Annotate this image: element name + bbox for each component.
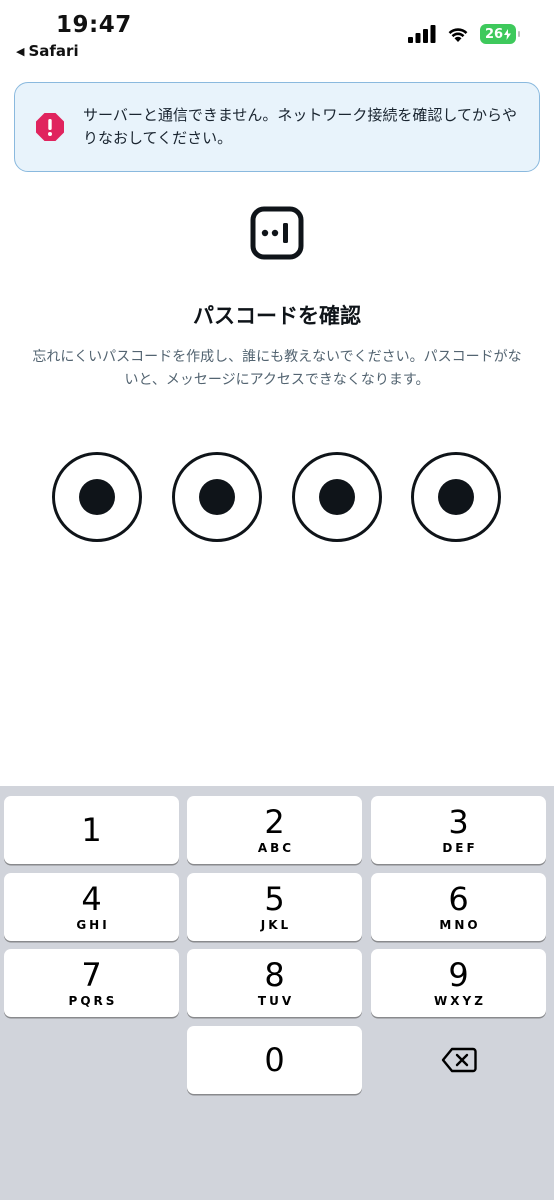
battery-level: 26 — [484, 26, 504, 42]
key-digit: 0 — [264, 1041, 285, 1079]
passcode-dot — [292, 452, 382, 542]
key-letters: PQRS — [68, 994, 118, 1008]
key-letters: GHI — [76, 918, 110, 932]
passcode-indicator — [0, 452, 554, 544]
numeric-keypad: 1 2 ABC 3 DEF 4 GHI 5 JKL 6 MNO 7 PQRS 8… — [0, 786, 554, 1200]
key-digit: 8 — [264, 956, 285, 994]
key-3[interactable]: 3 DEF — [371, 796, 546, 864]
key-7[interactable]: 7 PQRS — [4, 949, 179, 1017]
key-letters: ABC — [257, 841, 295, 855]
passcode-dot — [52, 452, 142, 542]
page-subtitle: 忘れにくいパスコードを作成し、誰にも教えないでください。パスコードがないと、メッ… — [32, 349, 522, 388]
messages-lock-icon — [250, 206, 304, 260]
key-letters: TUV — [257, 994, 295, 1008]
key-letters: WXYZ — [434, 994, 486, 1008]
delete-backspace-icon — [441, 1047, 477, 1073]
back-to-app-link[interactable]: ◀ Safari — [16, 42, 79, 60]
status-time: 19:47 — [56, 12, 132, 38]
key-digit: 2 — [264, 803, 285, 841]
passcode-dot — [172, 452, 262, 542]
key-letters: JKL — [260, 918, 292, 932]
key-2[interactable]: 2 ABC — [187, 796, 362, 864]
key-letters: DEF — [442, 841, 478, 855]
error-octagon-icon — [36, 113, 64, 141]
charging-bolt-icon — [504, 28, 512, 40]
back-triangle-icon: ◀ — [16, 44, 25, 58]
cellular-signal-icon — [408, 25, 436, 43]
error-message: サーバーと通信できません。ネットワーク接続を確認してからやりなおしてください。 — [83, 106, 517, 147]
key-0[interactable]: 0 — [187, 1026, 362, 1094]
key-5[interactable]: 5 JKL — [187, 873, 362, 941]
wifi-icon — [448, 28, 468, 42]
back-app-label: Safari — [28, 42, 79, 60]
key-digit: 3 — [448, 803, 469, 841]
key-digit: 1 — [81, 811, 102, 849]
key-digit: 4 — [81, 880, 102, 918]
delete-button[interactable] — [371, 1026, 546, 1094]
status-bar: 19:47 ◀ Safari 26 — [0, 0, 554, 72]
error-banner: サーバーと通信できません。ネットワーク接続を確認してからやりなおしてください。 — [14, 82, 540, 172]
key-letters: MNO — [439, 918, 481, 932]
key-8[interactable]: 8 TUV — [187, 949, 362, 1017]
key-digit: 6 — [448, 880, 469, 918]
page-title: パスコードを確認 — [193, 304, 361, 328]
battery-icon: 26 — [480, 24, 520, 44]
passcode-dot — [411, 452, 501, 542]
key-6[interactable]: 6 MNO — [371, 873, 546, 941]
key-digit: 5 — [264, 880, 285, 918]
key-1[interactable]: 1 — [4, 796, 179, 864]
key-4[interactable]: 4 GHI — [4, 873, 179, 941]
key-digit: 7 — [81, 956, 102, 994]
key-digit: 9 — [448, 956, 469, 994]
status-icons: 26 — [408, 24, 520, 44]
key-9[interactable]: 9 WXYZ — [371, 949, 546, 1017]
